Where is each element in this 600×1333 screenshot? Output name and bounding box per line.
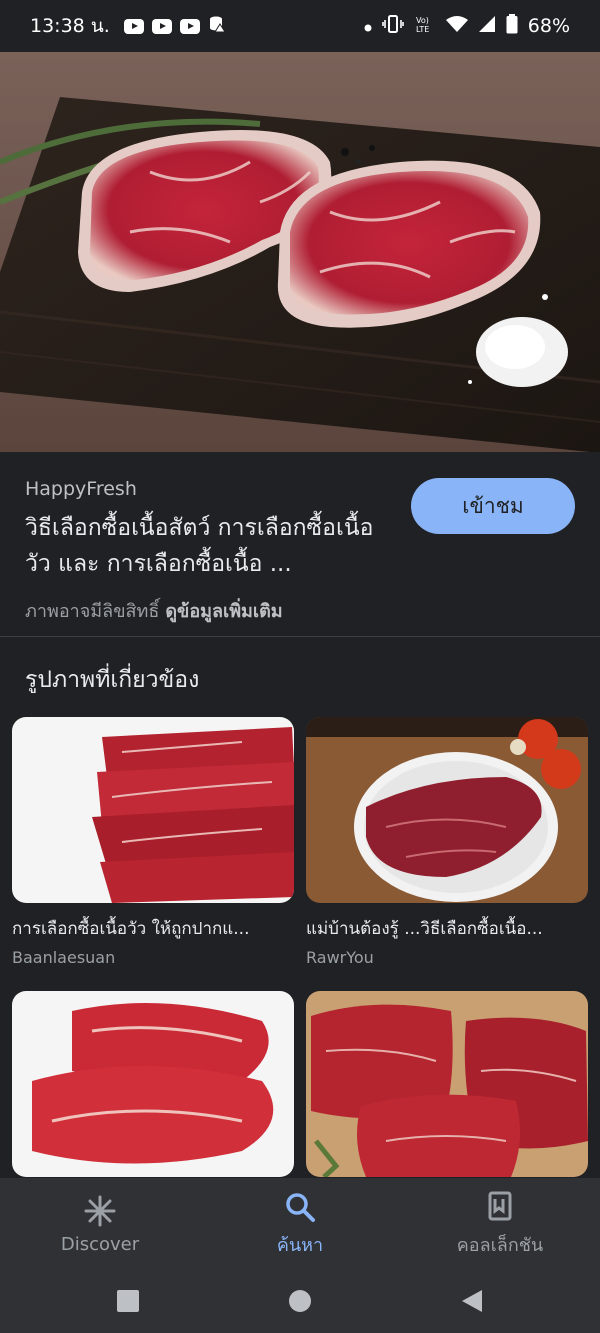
database-icon (208, 15, 226, 37)
related-thumbnail[interactable] (12, 717, 294, 903)
visit-button[interactable]: เข้าชม (411, 478, 575, 534)
bottom-navigation: Discover ค้นหา คอลเล็กชัน (0, 1178, 600, 1270)
wifi-icon (445, 15, 468, 37)
collections-icon (488, 1191, 512, 1220)
related-title[interactable]: แม่บ้านต้องรู้ ...วิธีเลือกซื้อเนื้อ... (306, 915, 588, 942)
related-card[interactable]: แม่บ้านต้องรู้ ...วิธีเลือกซื้อเนื้อ... … (306, 717, 588, 967)
related-card[interactable] (12, 991, 294, 1195)
search-icon (286, 1192, 315, 1222)
hero-image[interactable] (0, 52, 600, 452)
copyright-text: ภาพอาจมีลิขสิทธิ์ (25, 601, 160, 622)
svg-text:Vo): Vo) (416, 16, 429, 25)
asterisk-icon (84, 1195, 116, 1226)
related-card[interactable]: การเลือกซื้อเนื้อวัว ให้ถูกปากแ... Baanl… (12, 717, 294, 967)
related-thumbnail[interactable] (306, 717, 588, 903)
related-title[interactable]: การเลือกซื้อเนื้อวัว ให้ถูกปากแ... (12, 915, 294, 942)
status-bar: 13:38 น. Vo) LTE 68% (0, 0, 600, 52)
related-card[interactable] (306, 991, 588, 1177)
nav-discover[interactable]: Discover (0, 1178, 200, 1270)
dot-icon (364, 17, 372, 36)
battery-percent: 68% (527, 15, 570, 37)
recents-icon[interactable] (116, 1289, 140, 1313)
nav-label: คอลเล็กชัน (456, 1234, 544, 1256)
nav-label: Discover (60, 1233, 140, 1255)
related-heading: รูปภาพที่เกี่ยวข้อง (25, 667, 200, 693)
source-title[interactable]: วิธีเลือกซื้อเนื้อสัตว์ การเลือกซื้อเนื้… (25, 510, 385, 582)
source-panel: HappyFresh วิธีเลือกซื้อเนื้อสัตว์ การเล… (0, 452, 600, 637)
youtube-icon (179, 18, 200, 34)
nav-search[interactable]: ค้นหา (200, 1178, 400, 1270)
divider (0, 636, 600, 637)
battery-icon (506, 14, 518, 38)
copyright-notice: ภาพอาจมีลิขสิทธิ์ ดูข้อมูลเพิ่มเติม (25, 596, 283, 625)
home-icon[interactable] (288, 1289, 312, 1313)
more-info-link[interactable]: ดูข้อมูลเพิ่มเติม (165, 601, 282, 622)
related-thumbnail[interactable] (306, 991, 588, 1177)
related-thumbnail[interactable] (12, 991, 294, 1177)
youtube-icon (123, 18, 144, 34)
back-icon[interactable] (459, 1288, 485, 1314)
youtube-icon (151, 18, 172, 34)
related-source: RawrYou (306, 948, 374, 967)
svg-text:LTE: LTE (416, 25, 429, 34)
related-source: Baanlaesuan (12, 948, 116, 967)
signal-icon (478, 15, 496, 37)
nav-label: ค้นหา (276, 1234, 324, 1256)
system-navigation-bar (0, 1270, 600, 1333)
status-time: 13:38 น. (30, 15, 110, 37)
volte-icon: Vo) LTE (414, 14, 436, 38)
vibrate-icon (381, 15, 404, 37)
source-name[interactable]: HappyFresh (25, 478, 137, 500)
nav-collections[interactable]: คอลเล็กชัน (400, 1178, 600, 1270)
